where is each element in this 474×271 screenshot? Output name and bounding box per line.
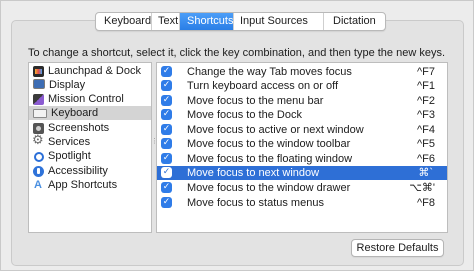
shortcut-keys[interactable]: ^F7 (417, 65, 435, 79)
category-item-spotlight[interactable]: Spotlight (29, 149, 151, 163)
shortcut-keys[interactable]: ^F4 (417, 123, 435, 137)
category-label: Mission Control (48, 93, 124, 105)
category-label: Keyboard (51, 107, 99, 119)
spotlight-icon (33, 151, 44, 162)
split-view-handle[interactable]: ⋮ (151, 138, 158, 150)
checkbox-icon[interactable]: ✓ (161, 80, 172, 91)
shortcut-label: Move focus to the window toolbar (187, 138, 351, 150)
shortcuts-table: ✓ Change the way Tab moves focus ^F7 ✓ T… (156, 62, 448, 233)
category-label: Screenshots (48, 122, 110, 134)
shortcut-row[interactable]: ✓ Move focus to the window toolbar ^F5 (157, 137, 447, 151)
tab-input-sources[interactable]: Input Sources (234, 13, 324, 30)
category-label: Launchpad & Dock (48, 65, 141, 77)
category-label: Services (48, 136, 91, 148)
shortcut-row[interactable]: ✓ Move focus to active or next window ^F… (157, 123, 447, 137)
tab-text[interactable]: Text (152, 13, 180, 30)
category-item-keyboard[interactable]: Keyboard (29, 106, 151, 120)
checkbox-icon[interactable]: ✓ (161, 197, 172, 208)
category-item-launchpad-dock[interactable]: Launchpad & Dock (29, 64, 151, 78)
shortcut-row[interactable]: ✓ Move focus to status menus ^F8 (157, 196, 447, 210)
shortcut-row[interactable]: ✓ Change the way Tab moves focus ^F7 (157, 65, 447, 79)
tab-keyboard[interactable]: Keyboard (96, 13, 152, 30)
screenshots-icon (33, 122, 44, 134)
shortcut-keys[interactable]: ⌘` (418, 166, 433, 180)
category-item-display[interactable]: Display (29, 78, 151, 92)
shortcut-row[interactable]: ✓ Move focus to the Dock ^F3 (157, 108, 447, 122)
shortcut-row[interactable]: ✓ Move focus to the window drawer ⌥⌘' (157, 181, 447, 195)
category-list: Launchpad & Dock Display Mission Control… (28, 62, 152, 233)
checkbox-icon[interactable]: ✓ (161, 109, 172, 120)
tab-dictation[interactable]: Dictation (324, 13, 385, 30)
shortcut-label: Move focus to active or next window (187, 124, 364, 136)
category-item-mission-control[interactable]: Mission Control (29, 92, 151, 106)
category-item-services[interactable]: Services (29, 134, 151, 149)
checkbox-icon[interactable]: ✓ (161, 167, 172, 178)
services-gear-icon (32, 134, 44, 148)
shortcut-row-selected[interactable]: ✓ Move focus to next window ⌘` (157, 166, 447, 180)
accessibility-icon (33, 165, 44, 177)
checkbox-icon[interactable]: ✓ (161, 182, 172, 193)
display-icon (33, 79, 45, 89)
tab-shortcuts[interactable]: Shortcuts (180, 13, 234, 30)
shortcut-label: Change the way Tab moves focus (187, 66, 352, 78)
category-label: Display (49, 79, 86, 91)
shortcut-keys[interactable]: ^F2 (417, 94, 435, 108)
mission-control-icon (33, 93, 44, 105)
shortcut-keys[interactable]: ^F1 (417, 79, 435, 93)
app-shortcuts-icon (33, 178, 44, 192)
shortcut-keys[interactable]: ⌥⌘' (409, 181, 435, 195)
shortcut-label: Move focus to the window drawer (187, 182, 351, 194)
tab-bar: Keyboard Text Shortcuts Input Sources Di… (95, 12, 386, 31)
shortcut-keys[interactable]: ^F6 (417, 152, 435, 166)
shortcut-keys[interactable]: ^F3 (417, 108, 435, 122)
category-item-screenshots[interactable]: Screenshots (29, 121, 151, 135)
shortcut-label: Move focus to status menus (187, 197, 324, 209)
category-label: App Shortcuts (48, 179, 118, 191)
category-item-accessibility[interactable]: Accessibility (29, 164, 151, 178)
shortcut-label: Move focus to the Dock (187, 109, 302, 121)
checkbox-icon[interactable]: ✓ (161, 153, 172, 164)
launchpad-icon (33, 65, 44, 77)
shortcut-row[interactable]: ✓ Turn keyboard access on or off ^F1 (157, 79, 447, 93)
shortcut-row[interactable]: ✓ Move focus to the menu bar ^F2 (157, 94, 447, 108)
checkbox-icon[interactable]: ✓ (161, 124, 172, 135)
category-label: Spotlight (48, 150, 91, 162)
checkbox-icon[interactable]: ✓ (161, 138, 172, 149)
restore-defaults-button[interactable]: Restore Defaults (351, 239, 444, 257)
category-label: Accessibility (48, 165, 108, 177)
shortcut-row[interactable]: ✓ Move focus to the floating window ^F6 (157, 152, 447, 166)
instructions-text: To change a shortcut, select it, click t… (28, 47, 446, 59)
category-item-app-shortcuts[interactable]: App Shortcuts (29, 178, 151, 192)
keyboard-icon (33, 108, 47, 118)
shortcut-label: Move focus to the floating window (187, 153, 353, 165)
checkbox-icon[interactable]: ✓ (161, 66, 172, 77)
shortcut-label: Turn keyboard access on or off (187, 80, 339, 92)
checkbox-icon[interactable]: ✓ (161, 95, 172, 106)
shortcut-keys[interactable]: ^F8 (417, 196, 435, 210)
shortcut-label: Move focus to next window (187, 167, 320, 179)
shortcut-label: Move focus to the menu bar (187, 95, 324, 107)
shortcut-keys[interactable]: ^F5 (417, 137, 435, 151)
